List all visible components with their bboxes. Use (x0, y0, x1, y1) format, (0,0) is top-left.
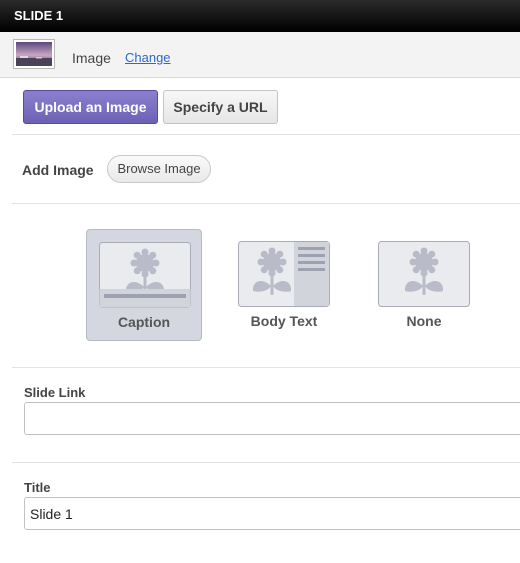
add-image-label: Add Image (22, 162, 94, 178)
specify-url-tab[interactable]: Specify a URL (163, 90, 278, 124)
divider (12, 203, 520, 204)
flower-caption-icon (99, 242, 191, 308)
title-label: Title (24, 480, 51, 495)
landscape-thumbnail-icon (16, 42, 52, 66)
slide-header: SLIDE 1 (0, 0, 520, 32)
divider (12, 367, 520, 368)
slide-title: SLIDE 1 (14, 8, 64, 23)
layout-label-none: None (406, 313, 442, 329)
browse-image-button[interactable]: Browse Image (107, 155, 211, 183)
change-image-link[interactable]: Change (125, 50, 171, 65)
divider (12, 134, 520, 135)
slide-link-input[interactable] (24, 402, 520, 435)
layout-option-none[interactable]: None (366, 229, 482, 341)
slide-link-label: Slide Link (24, 385, 86, 400)
layout-option-body-text[interactable]: Body Text (226, 229, 342, 341)
image-bar: Image Change (0, 32, 520, 78)
title-input[interactable] (24, 497, 520, 530)
upload-image-tab[interactable]: Upload an Image (23, 90, 158, 124)
image-label: Image (72, 50, 111, 66)
layout-label-body-text: Body Text (250, 313, 318, 329)
flower-body-text-icon (238, 241, 330, 307)
divider (12, 462, 520, 463)
image-thumbnail (13, 39, 55, 69)
layout-label-caption: Caption (117, 314, 171, 330)
layout-option-caption[interactable]: Caption (86, 229, 202, 341)
flower-icon (378, 241, 470, 307)
